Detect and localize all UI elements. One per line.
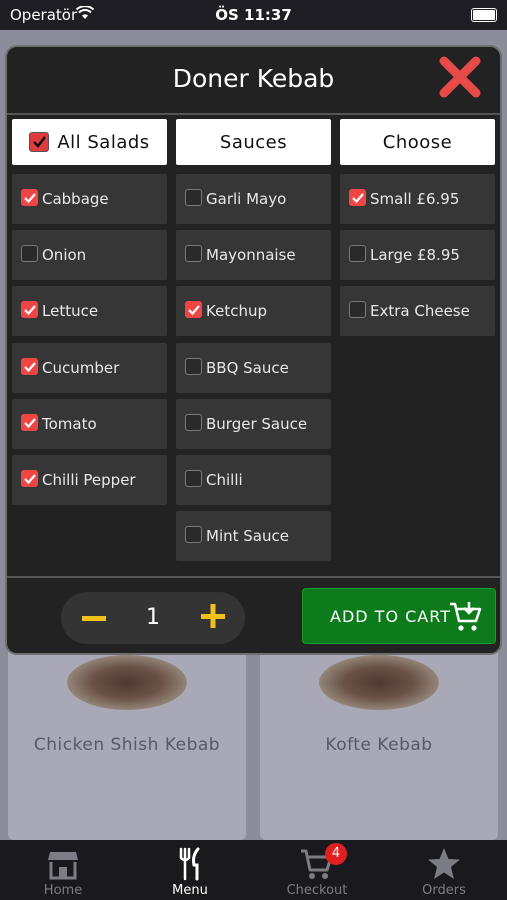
option-row[interactable]: Mayonnaise [176,230,331,280]
option-row[interactable]: Cabbage [12,174,167,224]
option-row[interactable]: BBQ Sauce [176,343,331,393]
tab-label: Checkout [286,883,348,898]
option-checkbox[interactable] [21,245,38,262]
modal-footer: 1 ADD TO CART [7,576,500,653]
option-checkbox[interactable] [185,526,202,543]
option-row[interactable]: Garli Mayo [176,174,331,224]
add-cart-icon [450,602,482,631]
tab-bar: Home Menu 4 Checkout Orders [0,840,507,900]
option-label: Onion [42,246,87,264]
option-row[interactable]: Cucumber [12,343,167,393]
tab-home[interactable]: Home [0,840,126,900]
option-label: Burger Sauce [206,415,308,433]
option-row[interactable]: Tomato [12,399,167,449]
all-salads-checkbox[interactable] [29,132,50,152]
option-checkbox[interactable] [185,189,202,206]
option-checkbox[interactable] [349,245,366,262]
option-label: Mint Sauce [206,527,289,545]
option-label: Cucumber [42,359,120,377]
food-image [67,655,187,710]
quantity-stepper: 1 [61,592,245,644]
choose-header: Choose [340,119,495,165]
option-checkbox[interactable] [349,189,366,206]
all-salads-header[interactable]: All Salads [12,119,167,165]
option-checkbox[interactable] [21,301,38,318]
add-to-cart-label: ADD TO CART [330,607,451,626]
modal-header: Doner Kebab [7,47,500,115]
option-row[interactable]: Chilli Pepper [12,455,167,505]
option-checkbox[interactable] [185,245,202,262]
option-checkbox[interactable] [21,414,38,431]
option-label: Tomato [42,415,97,433]
option-row[interactable]: Lettuce [12,286,167,336]
quantity-value: 1 [146,605,160,630]
increment-button[interactable] [199,601,227,631]
fork-knife-icon [179,847,200,881]
choose-label: Choose [382,131,453,153]
checkout-badge: 4 [325,843,347,865]
option-row[interactable]: Ketchup [176,286,331,336]
tab-orders[interactable]: Orders [381,840,507,900]
option-row[interactable]: Extra Cheese [340,286,495,336]
option-checkbox[interactable] [21,470,38,487]
option-checkbox[interactable] [185,358,202,375]
menu-card-name: Kofte Kebab [325,735,433,755]
status-bar: Operatör ÖS 11:37 [0,0,507,30]
option-row[interactable]: Large £8.95 [340,230,495,280]
status-time: ÖS 11:37 [215,6,292,24]
add-to-cart-button[interactable]: ADD TO CART [302,588,496,644]
tab-label: Orders [422,883,466,898]
option-row[interactable]: Chilli [176,455,331,505]
option-row[interactable]: Burger Sauce [176,399,331,449]
close-icon[interactable] [436,53,484,101]
menu-card[interactable]: Kofte Kebab [260,645,498,840]
option-label: Lettuce [42,302,99,320]
option-label: Mayonnaise [206,246,296,264]
option-label: Extra Cheese [370,302,470,320]
option-checkbox[interactable] [185,470,202,487]
food-image [319,655,439,710]
option-label: BBQ Sauce [206,359,289,377]
tab-checkout[interactable]: 4 Checkout [254,840,380,900]
option-row[interactable]: Mint Sauce [176,511,331,561]
modal-title: Doner Kebab [172,64,335,93]
option-label: Ketchup [206,302,267,320]
tab-label: Menu [172,883,208,898]
option-row[interactable]: Onion [12,230,167,280]
option-checkbox[interactable] [185,414,202,431]
option-label: Small £6.95 [370,190,460,208]
menu-card[interactable]: Chicken Shish Kebab [8,645,246,840]
option-checkbox[interactable] [349,301,366,318]
tab-label: Home [43,883,83,898]
option-row[interactable]: Small £6.95 [340,174,495,224]
option-label: Cabbage [42,190,109,208]
option-checkbox[interactable] [21,358,38,375]
option-checkbox[interactable] [21,189,38,206]
sauces-label: Sauces [219,131,288,153]
option-label: Chilli Pepper [42,471,136,489]
tab-menu[interactable]: Menu [127,840,253,900]
decrement-button[interactable] [81,603,107,633]
menu-card-name: Chicken Shish Kebab [33,735,221,755]
all-salads-label: All Salads [57,131,150,153]
option-label: Garli Mayo [206,190,287,208]
option-label: Large £8.95 [370,246,460,264]
option-label: Chilli [206,471,243,489]
option-checkbox[interactable] [185,301,202,318]
product-options-modal: Doner Kebab All Salads Sauces Choose Cab… [5,45,502,655]
battery-icon [471,8,497,22]
star-icon [428,848,460,879]
store-icon [48,852,78,880]
sauces-header: Sauces [176,119,331,165]
